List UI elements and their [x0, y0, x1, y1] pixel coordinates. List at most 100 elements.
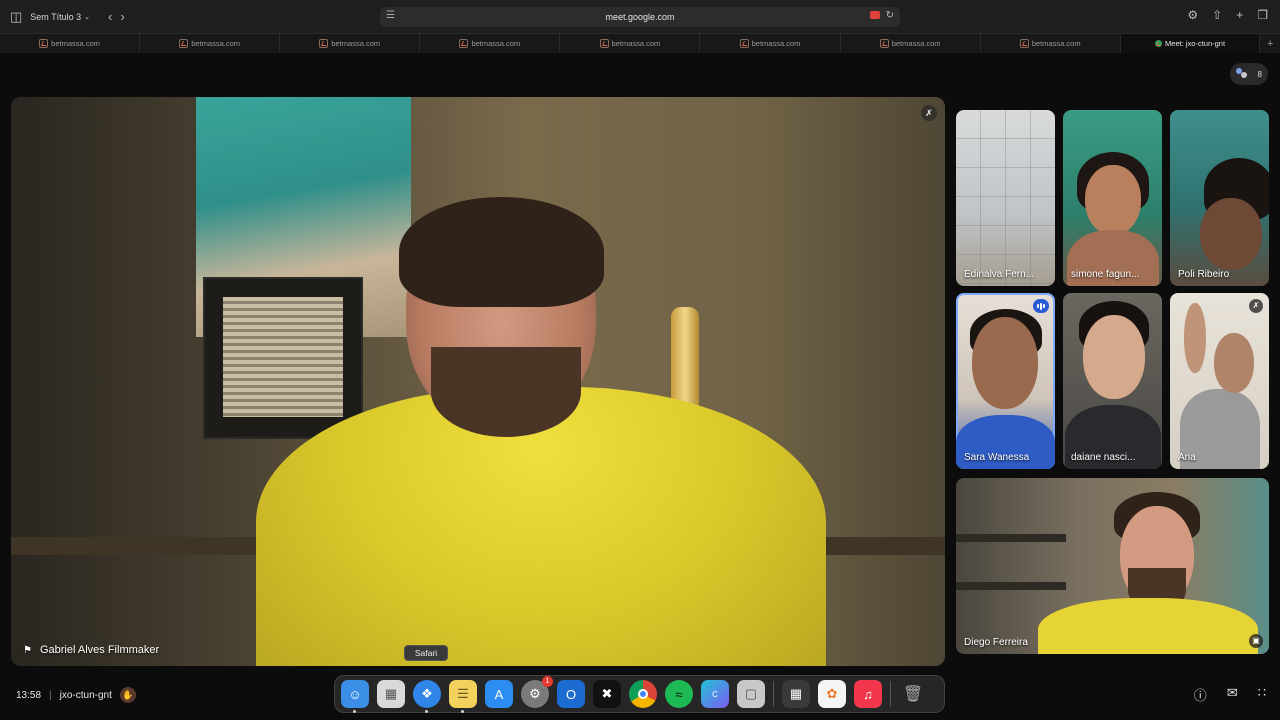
new-tab-icon[interactable]: + — [1236, 8, 1243, 22]
finder-icon[interactable]: ☺ — [341, 680, 369, 713]
music-icon[interactable]: ♫ — [854, 680, 882, 708]
self-view-shelf — [956, 534, 1066, 542]
tab-group-selector[interactable]: Sem Título 3 ⌄ — [30, 12, 90, 22]
tile-person-arm — [1184, 303, 1206, 373]
tab-label: betmassa.com — [471, 39, 521, 48]
tab-label: betmassa.com — [891, 39, 941, 48]
hand-raised-icon[interactable]: ✋ — [119, 687, 136, 703]
favicon-icon — [459, 39, 469, 48]
tab-group-title: Sem Título 3 — [30, 12, 82, 22]
new-tab-button[interactable]: + — [1260, 34, 1280, 53]
browser-tab[interactable]: betmassa.com — [280, 34, 421, 53]
activities-icon[interactable]: ∷ — [1258, 685, 1266, 704]
participant-tile[interactable]: ✗ Ana — [1170, 293, 1269, 469]
address-bar[interactable]: ☰ meet.google.com ↻ — [380, 7, 900, 27]
participant-tile[interactable]: Poli Ribeiro — [1170, 110, 1269, 286]
pin-icon[interactable]: ⚑ — [23, 645, 32, 656]
favicon-icon — [879, 39, 889, 48]
speaking-indicator-icon — [1033, 299, 1049, 313]
tab-strip: betmassa.com betmassa.com betmassa.com b… — [0, 34, 1280, 53]
camera-in-use-icon[interactable] — [870, 11, 880, 19]
mic-off-icon: ✗ — [1249, 299, 1263, 313]
participant-tile[interactable]: daiane nasci... — [1063, 293, 1162, 469]
app-store-icon[interactable]: A — [485, 680, 513, 708]
outlook-icon[interactable]: O — [557, 680, 585, 708]
participant-tile[interactable]: Edinalva Fern... — [956, 110, 1055, 286]
favicon-icon — [39, 39, 49, 48]
tab-overview-icon[interactable]: ❐ — [1257, 8, 1268, 22]
participant-count: 8 — [1257, 69, 1262, 79]
video-person-hair — [399, 197, 604, 307]
reload-icon[interactable]: ↻ — [886, 10, 894, 21]
system-settings-icon[interactable]: ⚙ 1 — [521, 676, 553, 708]
dock-tooltip: Safari — [404, 645, 448, 661]
running-indicator — [461, 710, 464, 713]
chrome-icon[interactable] — [629, 680, 657, 708]
main-video-tile[interactable]: ✗ ⚑ Gabriel Alves Filmmaker — [11, 97, 945, 666]
chat-icon[interactable]: ✉ — [1227, 685, 1238, 704]
meeting-info: 13:58 | jxo-ctun-gnt ✋ — [16, 687, 136, 703]
trash-icon[interactable]: 🗑 — [899, 680, 927, 708]
participant-name: simone fagun... — [1071, 269, 1140, 280]
main-speaker-name: Gabriel Alves Filmmaker — [39, 644, 160, 656]
running-indicator — [425, 710, 428, 713]
meeting-code: jxo-ctun-gnt — [59, 689, 112, 701]
participant-tile-speaking[interactable]: Sara Wanessa — [956, 293, 1055, 469]
participant-tile[interactable]: simone fagun... — [1063, 110, 1162, 286]
participant-name: Diego Ferreira — [964, 637, 1028, 648]
forward-icon[interactable]: › — [120, 8, 124, 26]
settings-icon[interactable]: ⚙ — [1187, 8, 1198, 22]
picture-in-picture-icon[interactable]: ▣ — [1249, 634, 1263, 648]
meet-right-actions: ⓘ ✉ ∷ — [1194, 685, 1266, 704]
self-view-shelf — [956, 582, 1066, 590]
spotify-icon[interactable]: ≈ — [665, 680, 693, 708]
running-indicator — [353, 710, 356, 713]
favicon-icon — [319, 39, 329, 48]
capcut-icon[interactable]: ✖ — [593, 680, 621, 708]
browser-tab[interactable]: betmassa.com — [0, 34, 141, 53]
tile-person-body — [1038, 598, 1258, 654]
tab-label: betmassa.com — [751, 39, 801, 48]
canva-icon[interactable]: C — [701, 680, 729, 708]
favicon-icon — [179, 39, 189, 48]
tile-person-face — [1085, 165, 1141, 235]
calculator-icon[interactable]: ▦ — [782, 680, 810, 708]
photos-icon[interactable]: ✿ — [818, 680, 846, 708]
tab-label: betmassa.com — [611, 39, 661, 48]
tab-label: betmassa.com — [191, 39, 241, 48]
share-icon[interactable]: ⇧ — [1212, 8, 1222, 22]
sidebar-toggle-icon[interactable]: ◫ — [10, 8, 22, 26]
preview-icon[interactable]: ▢ — [737, 680, 765, 708]
video-person-beard — [431, 347, 581, 437]
participant-name: daiane nasci... — [1071, 452, 1136, 463]
tile-wall-pattern — [956, 110, 1055, 286]
browser-tab[interactable]: betmassa.com — [700, 34, 841, 53]
participants-badge[interactable]: 8 — [1230, 63, 1268, 85]
favicon-icon — [739, 39, 749, 48]
tile-person-face — [972, 317, 1038, 409]
browser-tab[interactable]: betmassa.com — [841, 34, 981, 53]
notes-icon[interactable]: ☰ — [449, 680, 477, 713]
browser-tab[interactable]: betmassa.com — [140, 34, 281, 53]
tile-person-face — [1083, 315, 1145, 399]
divider: | — [49, 689, 52, 701]
chevron-down-icon: ⌄ — [84, 14, 91, 21]
dock: ☺ ▦ ❖ ☰ A ⚙ 1 O ✖ ≈ C ▢ ▦ ✿ ♫ 🗑 — [334, 675, 945, 713]
participant-name: Sara Wanessa — [964, 452, 1030, 463]
back-icon[interactable]: ‹ — [108, 8, 112, 26]
chrome-center — [638, 689, 648, 699]
participant-name: Poli Ribeiro — [1178, 269, 1230, 280]
video-frame — [203, 277, 363, 439]
browser-tab[interactable]: betmassa.com — [981, 34, 1121, 53]
favicon-icon — [599, 39, 609, 48]
launchpad-icon[interactable]: ▦ — [377, 680, 405, 708]
tile-person-face — [1214, 333, 1254, 393]
safari-icon[interactable]: ❖ — [413, 680, 441, 713]
meeting-time: 13:58 — [16, 689, 42, 701]
browser-tab[interactable]: betmassa.com — [420, 34, 561, 53]
browser-tab[interactable]: betmassa.com — [560, 34, 701, 53]
self-view-tile[interactable]: ▣ Diego Ferreira — [956, 478, 1269, 654]
favicon-icon — [1019, 39, 1029, 48]
browser-tab-active[interactable]: Meet: jxo-ctun-gnt — [1120, 34, 1261, 53]
info-icon[interactable]: ⓘ — [1194, 685, 1207, 704]
